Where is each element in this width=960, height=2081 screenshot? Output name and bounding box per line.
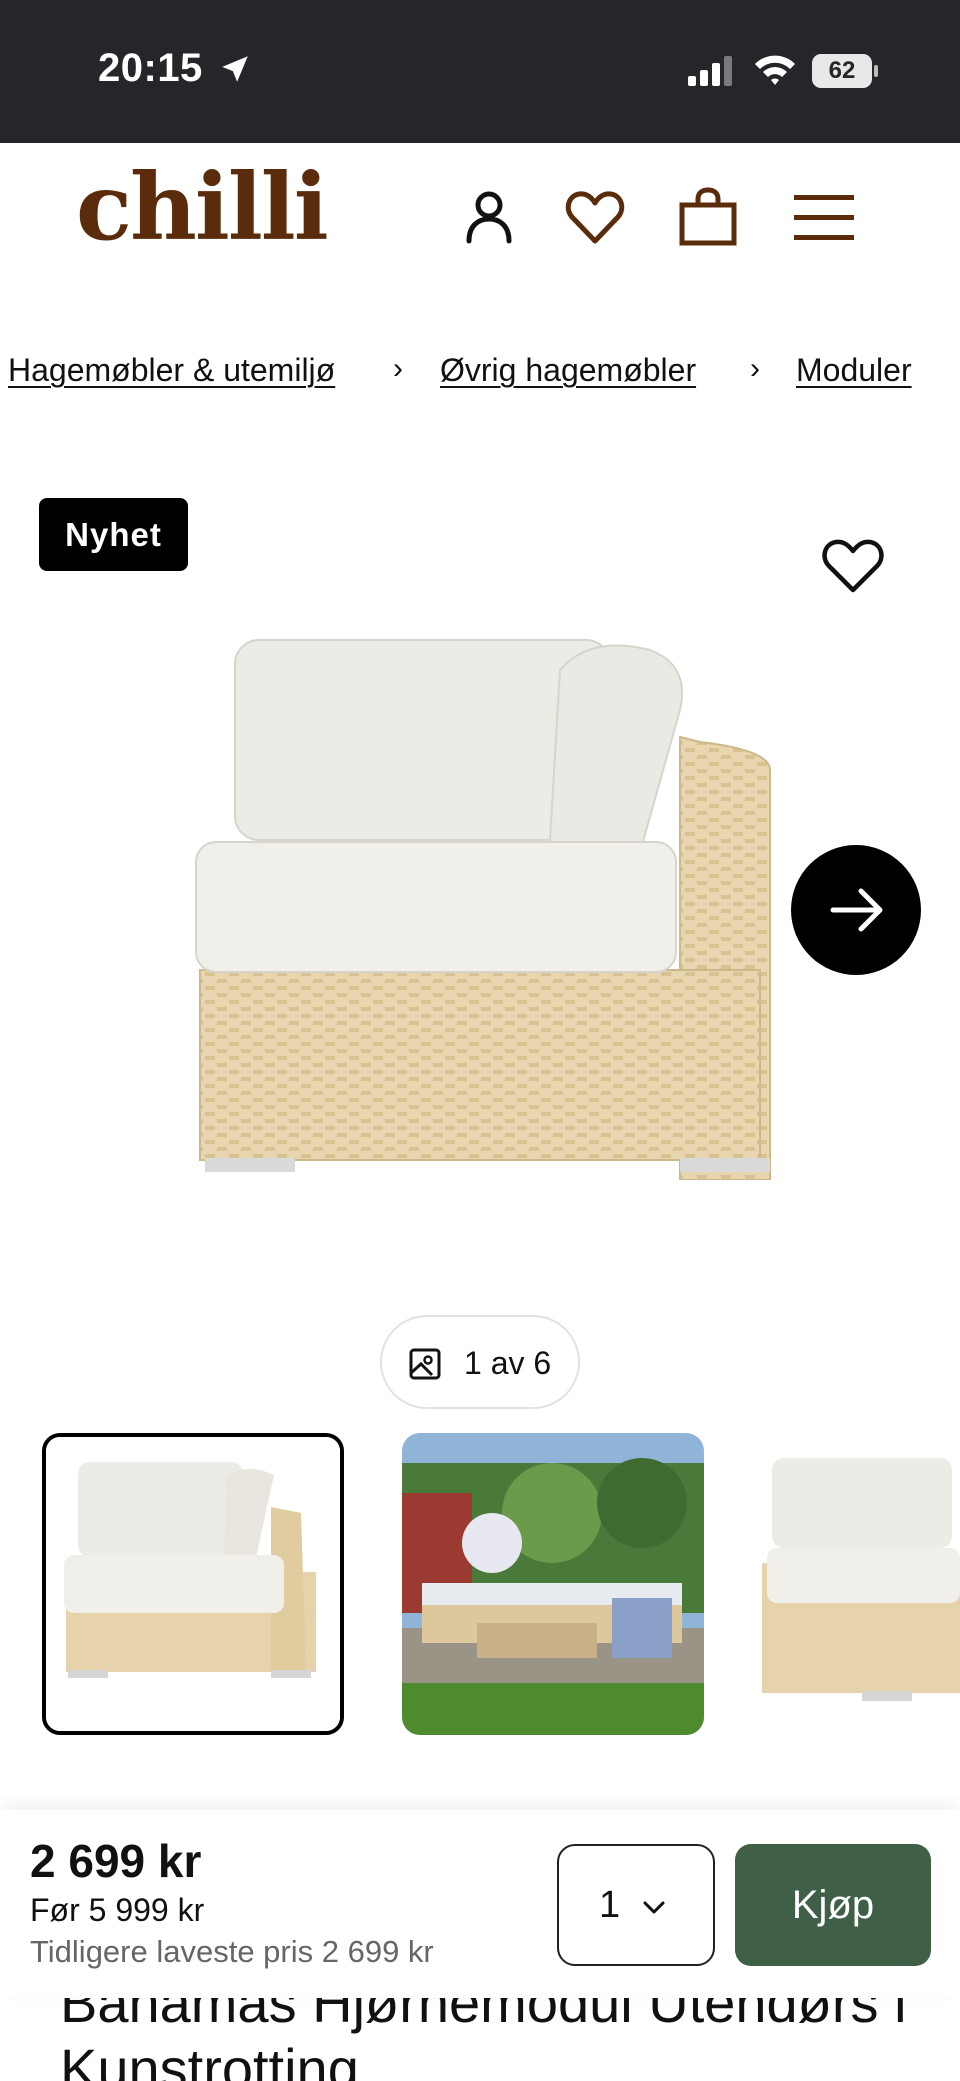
quantity-value: 1	[599, 1884, 621, 1926]
battery-indicator: 62	[812, 54, 878, 88]
menu-icon[interactable]	[792, 185, 856, 249]
status-bar: 20:15 62	[0, 0, 960, 143]
image-counter[interactable]: 1 av 6	[380, 1315, 580, 1409]
breadcrumb-other-garden-furniture[interactable]: Øvrig hagemøbler	[440, 352, 696, 389]
chilli-logo[interactable]: chilli	[76, 161, 329, 253]
site-header: chilli	[0, 143, 960, 293]
before-price: Før 5 999 kr	[30, 1892, 205, 1928]
status-time: 20:15	[98, 46, 203, 90]
bag-icon[interactable]	[676, 185, 740, 249]
account-icon[interactable]	[457, 185, 521, 249]
thumbnail-1[interactable]	[42, 1433, 344, 1735]
thumbnail-3[interactable]	[762, 1433, 960, 1735]
quantity-select[interactable]: 1	[557, 1844, 715, 1966]
next-image-button[interactable]	[791, 845, 921, 975]
sticky-buy-bar: 2 699 kr Før 5 999 kr Tidligere laveste …	[0, 1810, 960, 1998]
image-counter-text: 1 av 6	[464, 1345, 552, 1381]
location-arrow-icon	[222, 56, 248, 82]
heart-icon[interactable]	[563, 185, 627, 249]
lowest-price-note: Tidligere laveste pris 2 699 kr	[30, 1934, 434, 1969]
chevron-down-icon	[643, 1901, 665, 1914]
arrow-right-icon	[830, 888, 883, 932]
breadcrumb-separator: ›	[750, 352, 760, 385]
breadcrumb-modules[interactable]: Moduler	[796, 352, 912, 389]
current-price: 2 699 kr	[30, 1835, 202, 1887]
thumbnail-2[interactable]	[402, 1433, 704, 1735]
cellular-signal-icon	[688, 56, 732, 86]
product-main-image[interactable]	[180, 620, 780, 1181]
image-icon	[409, 1348, 441, 1380]
breadcrumb-garden-furniture[interactable]: Hagemøbler & utemiljø	[8, 352, 335, 389]
breadcrumb: Hagemøbler & utemiljø › Øvrig hagemøbler…	[8, 352, 960, 400]
buy-button[interactable]: Kjøp	[735, 1844, 931, 1966]
wishlist-heart-icon[interactable]	[818, 532, 888, 596]
new-badge: Nyhet	[39, 498, 188, 571]
breadcrumb-separator: ›	[393, 352, 403, 385]
battery-level: 62	[812, 54, 872, 88]
battery-tip	[874, 65, 878, 77]
wifi-icon	[755, 55, 795, 85]
